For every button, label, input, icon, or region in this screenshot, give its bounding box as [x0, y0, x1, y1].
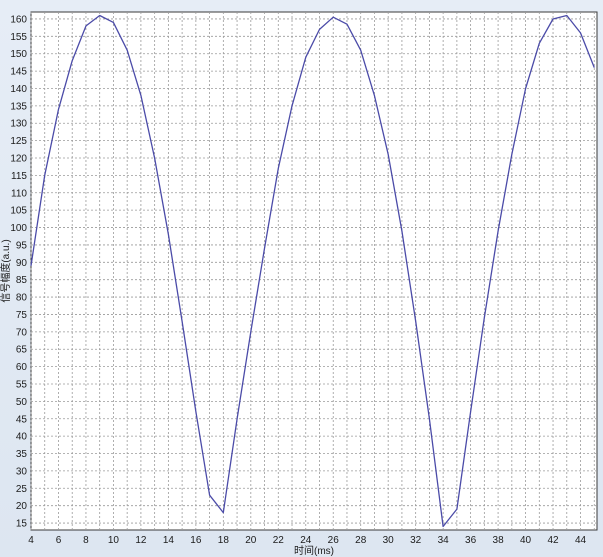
x-tick-label: 8	[83, 535, 89, 546]
y-tick-label: 35	[16, 449, 28, 460]
x-tick-label: 30	[383, 535, 395, 546]
x-tick-label: 4	[28, 535, 34, 546]
x-tick-label: 22	[273, 535, 285, 546]
y-tick-label: 110	[11, 188, 27, 199]
y-tick-label: 150	[10, 49, 27, 60]
x-tick-label: 20	[245, 535, 257, 546]
x-tick-label: 44	[575, 535, 587, 546]
y-tick-label: 80	[16, 293, 28, 304]
y-tick-label: 70	[16, 327, 28, 338]
y-tick-label: 40	[16, 432, 28, 443]
y-tick-label: 30	[16, 466, 28, 477]
x-axis-ticks: 4 6 8 10 12 14 16 18 20 22 24 26 28 30 32 34 36 38 40 42 44	[28, 535, 586, 546]
y-tick-label: 45	[16, 414, 28, 425]
x-tick-label: 24	[300, 535, 312, 546]
y-tick-label: 95	[16, 240, 28, 251]
x-tick-label: 32	[410, 535, 422, 546]
y-tick-label: 25	[16, 484, 28, 495]
chart-container: 4 6 8 10 12 14 16 18 20 22 24 26 28 30 32 34 36 38 40 42 44 …	[0, 0, 603, 557]
y-tick-label: 15	[16, 519, 28, 530]
x-tick-label: 14	[163, 535, 175, 546]
line-chart: 4 6 8 10 12 14 16 18 20 22 24 26 28 30 32 34 36 38 40 42 44 …	[0, 11, 598, 557]
y-axis-ticks: 15 20 25 30 35 40 45 50 55 60 65 70 75 80 85 90 95 100 105…	[10, 14, 27, 529]
x-tick-label: 16	[190, 535, 202, 546]
y-tick-label: 115	[11, 171, 27, 182]
y-tick-label: 155	[10, 32, 27, 43]
x-tick-label: 40	[520, 535, 532, 546]
x-tick-label: 18	[218, 535, 230, 546]
x-tick-label: 42	[547, 535, 559, 546]
y-tick-label: 140	[10, 84, 27, 95]
y-tick-label: 100	[10, 223, 27, 234]
y-tick-label: 105	[10, 206, 27, 217]
y-tick-label: 55	[16, 379, 28, 390]
x-tick-label: 6	[56, 535, 62, 546]
x-tick-label: 12	[135, 535, 147, 546]
y-tick-label: 130	[10, 119, 27, 130]
y-tick-label: 160	[10, 14, 27, 25]
y-tick-label: 90	[16, 258, 28, 269]
x-tick-label: 34	[438, 535, 450, 546]
y-tick-label: 145	[10, 67, 27, 78]
y-tick-label: 20	[16, 501, 28, 512]
y-tick-label: 120	[10, 154, 27, 165]
y-tick-label: 65	[16, 345, 28, 356]
y-axis-title: 信号幅度(a.u.)	[0, 239, 12, 302]
y-tick-label: 50	[16, 397, 28, 408]
x-axis-title: 时间(ms)	[294, 544, 334, 557]
x-tick-label: 38	[493, 535, 505, 546]
x-tick-label: 26	[328, 535, 340, 546]
x-tick-label: 10	[108, 535, 120, 546]
y-tick-label: 75	[16, 310, 28, 321]
y-tick-label: 125	[10, 136, 27, 147]
y-tick-label: 85	[16, 275, 28, 286]
y-tick-label: 60	[16, 362, 28, 373]
x-tick-label: 36	[465, 535, 477, 546]
x-tick-label: 28	[355, 535, 367, 546]
y-tick-label: 135	[10, 101, 27, 112]
